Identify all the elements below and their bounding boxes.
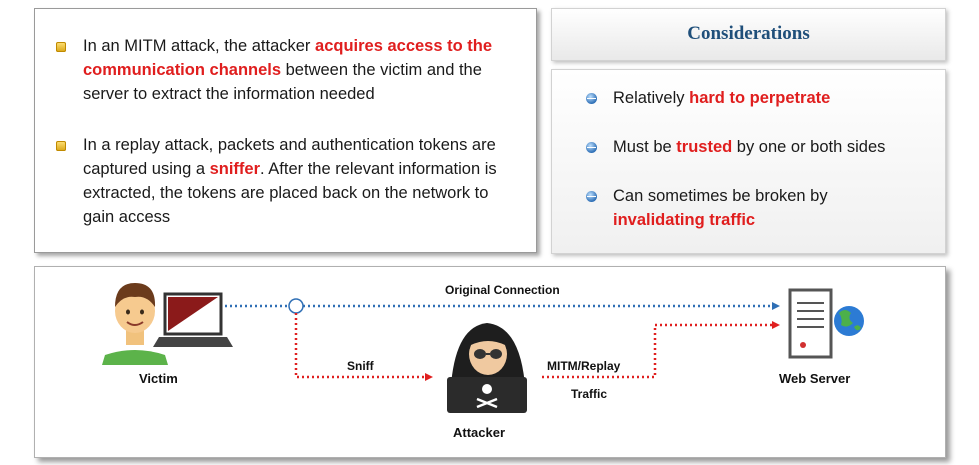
sniff-label: Sniff [347, 359, 374, 373]
considerations-header: Considerations [551, 8, 946, 61]
bullet-icon [56, 42, 66, 52]
attacker-icon [447, 323, 527, 413]
considerations-list: Relatively hard to perpetrate Must be tr… [551, 69, 946, 254]
bullet-icon [56, 141, 66, 151]
description-panel: In an MITM attack, the attacker acquires… [34, 8, 537, 253]
original-connection-label: Original Connection [445, 283, 560, 297]
bullet-icon [586, 191, 597, 202]
web-server-icon [788, 288, 864, 359]
web-server-label: Web Server [779, 371, 851, 386]
consideration-item: Can sometimes be broken by invalidating … [613, 187, 828, 229]
mitm-diagram: Original Connection Sniff MITM/Replay Tr… [34, 266, 946, 458]
mitm-replay-label: MITM/Replay [547, 359, 621, 373]
mitm-description: In an MITM attack, the attacker acquires… [83, 37, 493, 103]
bullet-icon [586, 142, 597, 153]
considerations-title: Considerations [687, 23, 810, 44]
laptop-icon [153, 292, 233, 347]
consideration-item: Relatively hard to perpetrate [613, 89, 831, 107]
consideration-item: Must be trusted by one or both sides [613, 138, 886, 156]
bullet-icon [586, 93, 597, 104]
attacker-label: Attacker [453, 425, 506, 440]
traffic-label: Traffic [571, 387, 608, 401]
replay-description: In a replay attack, packets and authenti… [83, 136, 497, 226]
victim-label: Victim [139, 371, 178, 386]
victim-icon [102, 283, 168, 365]
interception-node [288, 298, 304, 314]
